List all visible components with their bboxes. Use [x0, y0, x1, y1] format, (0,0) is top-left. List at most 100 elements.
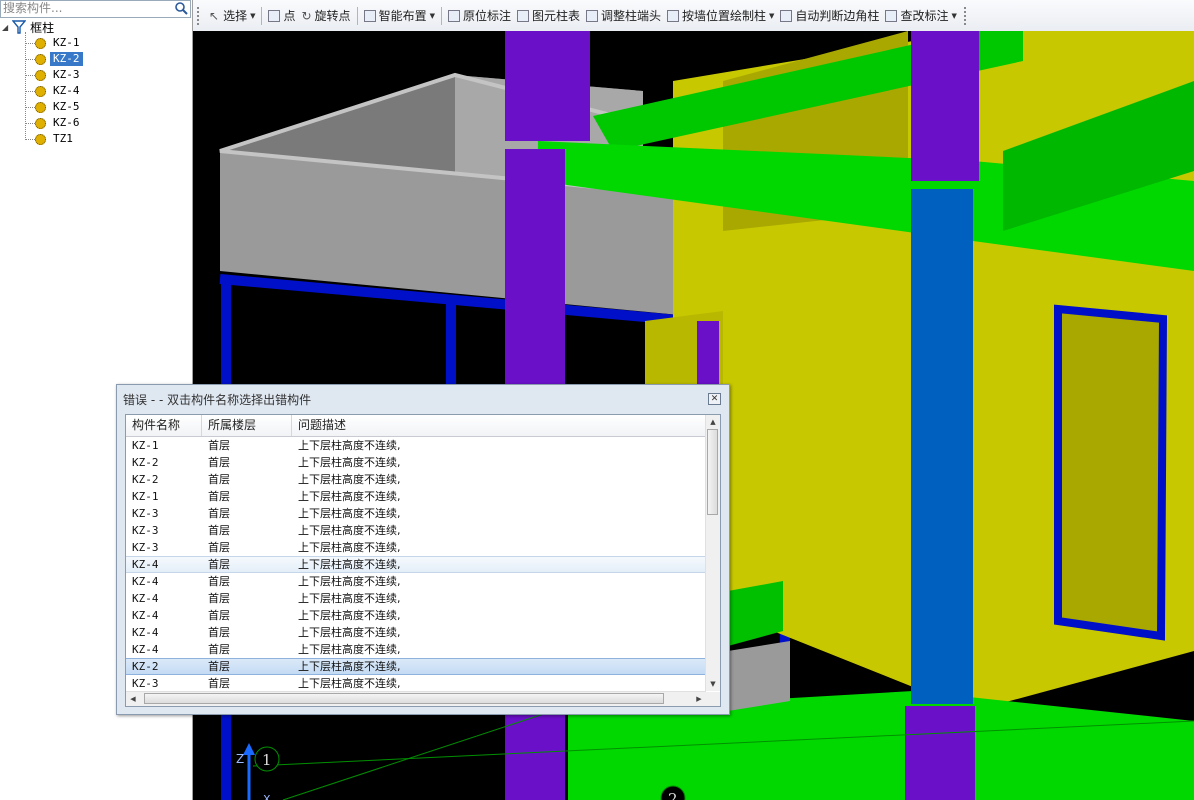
cell-component-name[interactable]: KZ-2 — [132, 454, 159, 471]
point-label: 点 — [283, 9, 296, 23]
table-row[interactable]: KZ-4 首层 上下层柱高度不连续, — [126, 607, 706, 624]
search-icon[interactable] — [174, 1, 188, 15]
horizontal-scrollbar[interactable]: ◀ ▶ — [126, 691, 706, 706]
tree-item-label: TZ1 — [53, 132, 73, 145]
cell-component-name[interactable]: KZ-4 — [132, 641, 159, 658]
table-icon — [516, 9, 529, 22]
adjust-column-end-button[interactable]: 调整柱端头 — [583, 5, 664, 27]
cell-component-name[interactable]: KZ-4 — [132, 573, 159, 590]
scroll-right-icon[interactable]: ▶ — [692, 692, 706, 706]
cell-component-name[interactable]: KZ-1 — [132, 437, 159, 454]
tree-connector — [25, 123, 35, 124]
close-button[interactable]: ✕ — [708, 393, 721, 405]
table-row[interactable]: KZ-2 首层 上下层柱高度不连续, — [126, 454, 706, 471]
gear-icon — [35, 133, 46, 145]
in-place-annotation-button[interactable]: 原位标注 — [445, 5, 514, 27]
scroll-down-icon[interactable]: ▼ — [706, 677, 720, 691]
vertical-scroll-thumb[interactable] — [707, 429, 718, 515]
toolbar-grip[interactable] — [197, 6, 202, 25]
tree-item[interactable]: KZ-2 — [35, 51, 83, 67]
cell-component-name[interactable]: KZ-4 — [132, 624, 159, 641]
select-button[interactable]: ↖ 选择 ▼ — [206, 5, 258, 27]
cell-description: 上下层柱高度不连续, — [298, 592, 401, 605]
cell-component-name[interactable]: KZ-3 — [132, 675, 159, 692]
search-input[interactable]: 搜索构件... — [3, 1, 62, 16]
cell-description: 上下层柱高度不连续, — [298, 609, 401, 622]
smart-layout-button[interactable]: 智能布置 ▼ — [361, 5, 438, 27]
tree-item[interactable]: KZ-5 — [35, 99, 83, 115]
tree-item[interactable]: KZ-1 — [35, 35, 83, 51]
tree-connector — [25, 107, 35, 108]
table-row[interactable]: KZ-3 首层 上下层柱高度不连续, — [126, 522, 706, 539]
table-row[interactable]: KZ-4 首层 上下层柱高度不连续, — [126, 590, 706, 607]
cell-floor: 首层 — [208, 575, 230, 588]
cell-floor: 首层 — [208, 609, 230, 622]
cell-component-name[interactable]: KZ-4 — [132, 607, 159, 624]
rotate-point-button[interactable]: ↻ 旋转点 — [298, 5, 353, 27]
beam-green-low-left — [728, 581, 783, 646]
cell-component-name[interactable]: KZ-3 — [132, 505, 159, 522]
cell-component-name[interactable]: KZ-3 — [132, 539, 159, 556]
table-row[interactable]: KZ-4 首层 上下层柱高度不连续, — [126, 624, 706, 641]
column-header-name[interactable]: 构件名称 — [126, 415, 202, 436]
tree-item[interactable]: KZ-3 — [35, 67, 83, 83]
point-button[interactable]: 点 — [265, 5, 298, 27]
tree-root-frame-column[interactable]: ◢ 框柱 — [2, 19, 54, 35]
cell-component-name[interactable]: KZ-4 — [132, 557, 159, 574]
toolbar-separator — [261, 6, 263, 25]
cell-description: 上下层柱高度不连续, — [298, 473, 401, 486]
table-row[interactable]: KZ-4 首层 上下层柱高度不连续, — [126, 556, 706, 573]
scroll-up-icon[interactable]: ▲ — [706, 415, 720, 429]
draw-by-wall-button[interactable]: 按墙位置绘制柱 ▼ — [664, 5, 777, 27]
table-row[interactable]: KZ-3 首层 上下层柱高度不连续, — [126, 675, 706, 692]
table-row[interactable]: KZ-2 首层 上下层柱高度不连续, — [126, 658, 706, 675]
table-row[interactable]: KZ-3 首层 上下层柱高度不连续, — [126, 539, 706, 556]
table-row[interactable]: KZ-4 首层 上下层柱高度不连续, — [126, 573, 706, 590]
gear-icon — [35, 85, 46, 97]
z-axis-label: Z — [236, 752, 244, 766]
cell-component-name[interactable]: KZ-2 — [132, 471, 159, 488]
tree-item-label: KZ-2 — [50, 52, 83, 66]
vertical-scrollbar[interactable]: ▲ ▼ — [705, 415, 720, 691]
cell-component-name[interactable]: KZ-1 — [132, 488, 159, 505]
scroll-left-icon[interactable]: ◀ — [126, 692, 140, 706]
tree-item[interactable]: KZ-6 — [35, 115, 83, 131]
column-header-description[interactable]: 问题描述 — [292, 415, 706, 436]
cell-component-name[interactable]: KZ-4 — [132, 590, 159, 607]
tree-item-label: KZ-1 — [53, 36, 80, 49]
chevron-down-icon: ▼ — [250, 11, 256, 20]
chevron-down-icon: ▼ — [429, 11, 435, 20]
collapse-toggle-icon[interactable]: ◢ — [2, 23, 8, 32]
table-row[interactable]: KZ-2 首层 上下层柱高度不连续, — [126, 471, 706, 488]
cell-description: 上下层柱高度不连续, — [298, 575, 401, 588]
cell-description: 上下层柱高度不连续, — [298, 677, 401, 690]
tree-item[interactable]: KZ-4 — [35, 83, 83, 99]
cell-floor: 首层 — [208, 456, 230, 469]
table-row[interactable]: KZ-3 首层 上下层柱高度不连续, — [126, 505, 706, 522]
column-purple — [911, 31, 979, 181]
element-column-table-button[interactable]: 图元柱表 — [514, 5, 583, 27]
tree-connector — [25, 59, 35, 60]
cell-floor: 首层 — [208, 473, 230, 486]
search-box[interactable]: 搜索构件... — [0, 0, 191, 18]
table-row[interactable]: KZ-1 首层 上下层柱高度不连续, — [126, 488, 706, 505]
corner-column-icon — [780, 9, 793, 22]
cell-component-name[interactable]: KZ-2 — [132, 659, 159, 676]
wall-draw-icon — [667, 9, 680, 22]
cell-description: 上下层柱高度不连续, — [298, 541, 401, 554]
toolbar-end-grip[interactable] — [963, 6, 969, 25]
point-icon — [268, 9, 281, 22]
horizontal-scroll-thumb[interactable] — [144, 693, 664, 704]
table-row[interactable]: KZ-4 首层 上下层柱高度不连续, — [126, 641, 706, 658]
column-header-floor[interactable]: 所属楼层 — [202, 415, 292, 436]
modify-annotation-label: 查改标注 — [900, 9, 949, 23]
auto-corner-column-button[interactable]: 自动判断边角柱 — [777, 5, 882, 27]
grid-bubble-2-label: 2 — [668, 790, 678, 800]
table-row[interactable]: KZ-1 首层 上下层柱高度不连续, — [126, 437, 706, 454]
rotate-icon: ↻ — [301, 8, 312, 23]
modify-annotation-button[interactable]: 查改标注 ▼ — [882, 5, 959, 27]
cell-component-name[interactable]: KZ-3 — [132, 522, 159, 539]
grid-bubble-1-label: 1 — [262, 751, 272, 769]
cursor-icon: ↖ — [209, 8, 220, 23]
tree-item[interactable]: TZ1 — [35, 131, 76, 147]
